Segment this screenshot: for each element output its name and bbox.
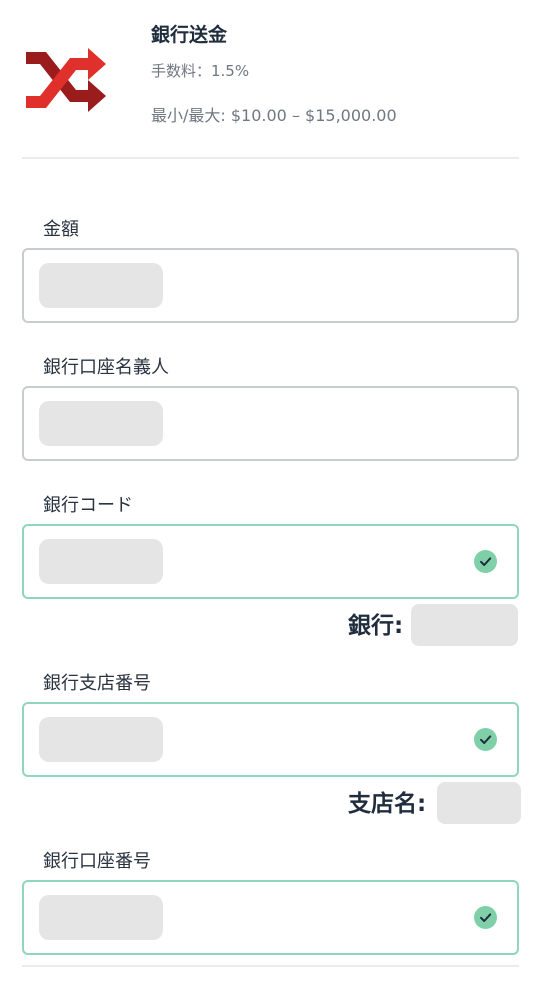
- payment-method-header: 銀行送金 手数料：1.5% 最小/最大: $10.00 – $15,000.00: [0, 0, 542, 160]
- account-holder-label: 銀行口座名義人: [43, 357, 169, 378]
- bank-code-value-redacted: [39, 539, 163, 584]
- account-holder-value-redacted: [39, 401, 163, 446]
- branch-number-input[interactable]: [22, 702, 519, 777]
- branch-number-value-redacted: [39, 717, 163, 762]
- bank-code-label: 銀行コード: [43, 495, 133, 516]
- account-number-label: 銀行口座番号: [43, 851, 151, 872]
- account-number-value-redacted: [39, 895, 163, 940]
- account-number-input[interactable]: [22, 880, 519, 955]
- bank-name-value-redacted: [411, 604, 518, 646]
- fee-text: 手数料：1.5%: [151, 62, 250, 80]
- bank-name-label: 銀行:: [348, 613, 404, 639]
- amount-label: 金額: [43, 219, 79, 240]
- branch-name-value-redacted: [437, 782, 521, 824]
- bank-code-input[interactable]: [22, 524, 519, 599]
- limits-text: 最小/最大: $10.00 – $15,000.00: [151, 106, 397, 125]
- shuffle-arrows-icon: [26, 48, 106, 112]
- amount-input[interactable]: [22, 248, 519, 323]
- header-divider: [22, 157, 519, 159]
- check-circle-icon: [474, 550, 497, 573]
- check-circle-icon: [474, 728, 497, 751]
- form-bottom-divider: [22, 965, 519, 967]
- branch-number-label: 銀行支店番号: [43, 673, 151, 694]
- branch-name-label: 支店名:: [348, 791, 427, 817]
- account-holder-input[interactable]: [22, 386, 519, 461]
- check-circle-icon: [474, 906, 497, 929]
- payment-method-title: 銀行送金: [151, 24, 228, 46]
- amount-value-redacted: [39, 263, 163, 308]
